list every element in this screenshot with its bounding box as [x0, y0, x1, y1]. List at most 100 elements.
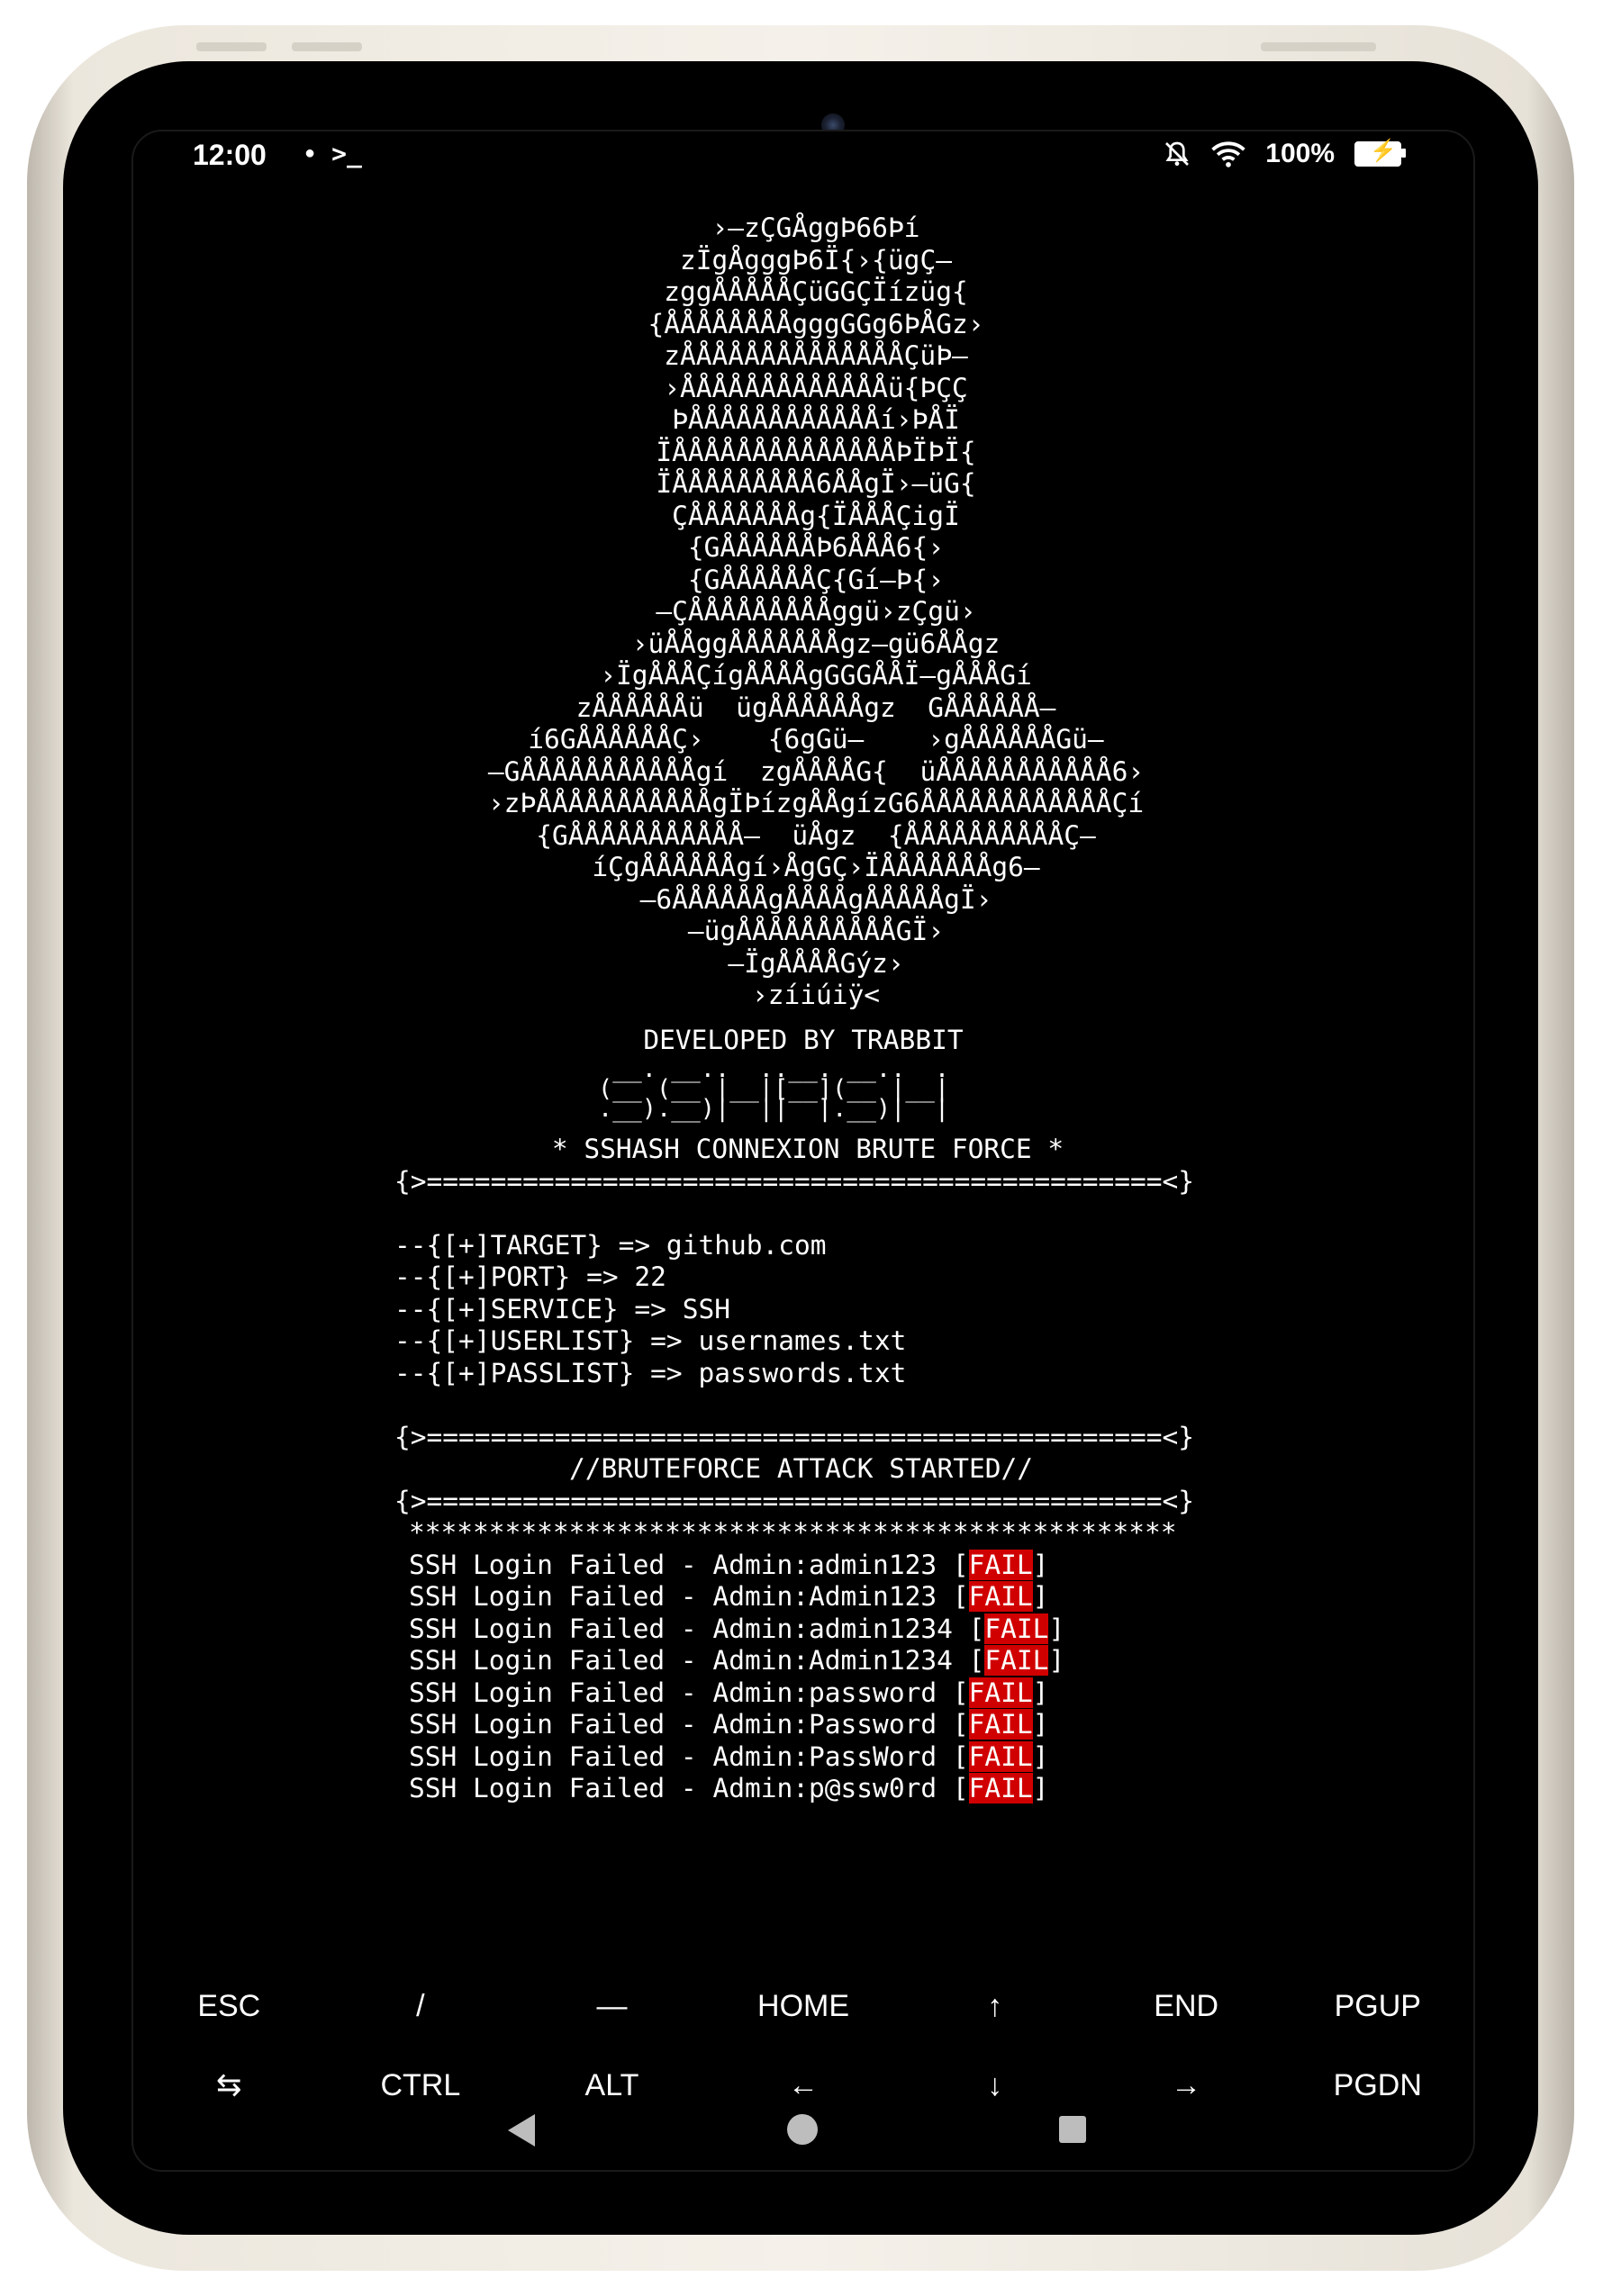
- key-pgup[interactable]: PGUP: [1281, 1989, 1473, 2024]
- key-esc[interactable]: ESC: [133, 1989, 325, 2024]
- attempt-close-bracket: ]: [1032, 1581, 1049, 1612]
- config-line: --{[+]PORT} => 22: [394, 1261, 666, 1292]
- key-sym-row1-4[interactable]: ↑: [899, 1989, 1091, 2024]
- config-block: --{[+]TARGET} => github.com --{[+]PORT} =…: [133, 1230, 1473, 1390]
- ascii-art-line: ›ÅÅÅÅÅÅÅÅÅÅÅÅÅü{ÞÇÇ: [664, 372, 968, 403]
- battery-percent: 100%: [1265, 139, 1335, 168]
- logo-line: .__).__)| || |.__)| |: [598, 1095, 950, 1123]
- ascii-art-line: ›zíiúiÿ<: [751, 980, 881, 1010]
- attempt-text: SSH Login Failed - Admin:PassWord [: [409, 1740, 969, 1772]
- status-bar: 12:00 ● >_ 100% ⚡: [133, 131, 1473, 176]
- attack-started-line: //BRUTEFORCE ATTACK STARTED//: [569, 1453, 1034, 1484]
- ascii-art-line: ›—zÇGÅggÞ66Þí: [711, 212, 920, 243]
- status-time: 12:00: [193, 139, 267, 171]
- ascii-art-line: {GÅÅÅÅÅÅÇ{Gí—Þ{›: [687, 564, 945, 595]
- attempt-text: SSH Login Failed - Admin:p@ssw0rd [: [409, 1773, 969, 1803]
- attempt-list: SSH Login Failed - Admin:admin123 [FAIL]…: [133, 1549, 1473, 1805]
- fail-status-badge: FAIL: [968, 1581, 1033, 1612]
- ascii-art-line: {ÅÅÅÅÅÅÅÅgggGGg6ÞÅGz›: [648, 308, 984, 339]
- navigation-bar: [133, 2094, 1473, 2166]
- ascii-art-line: zÅÅÅÅÅÅü ügÅÅÅÅÅÅgz GÅÅÅÅÅÅ—: [575, 692, 1056, 723]
- terminal-output[interactable]: ›—zÇGÅggÞ66Þí zÏgÅgggÞ6Ï{›{ügÇ— zggÅÅÅÅÅÇü…: [133, 212, 1473, 1905]
- ascii-art-line: —ügÅÅÅÅÅÅÅÅÅÅGÏ›: [687, 916, 945, 946]
- ascii-art-line: zÅÅÅÅÅÅÅÅÅÅÅÅÅÅÇüÞ—: [664, 340, 968, 371]
- ascii-art-line: ›ÏgÅÅÅÇígÅÅÅÅgGGGÅÅÏ—gÅÅÅGí: [600, 660, 1032, 691]
- attempt-close-bracket: ]: [1032, 1677, 1049, 1708]
- battery-charging-icon: ⚡: [1354, 139, 1406, 167]
- attempt-line: SSH Login Failed - Admin:admin123 [FAIL]: [409, 1549, 1473, 1582]
- status-left-icons: ● >_: [304, 139, 362, 168]
- attempt-text: SSH Login Failed - Admin:Admin1234 [: [409, 1645, 985, 1676]
- home-icon[interactable]: [787, 2114, 818, 2145]
- attempt-line: SSH Login Failed - Admin:Admin1234 [FAIL…: [409, 1645, 1473, 1677]
- attempt-close-bracket: ]: [1032, 1549, 1049, 1580]
- recents-icon[interactable]: [1059, 2116, 1086, 2143]
- key-sym-row1-1[interactable]: /: [325, 1989, 517, 2024]
- ascii-art-logo: ›—zÇGÅggÞ66Þí zÏgÅgggÞ6Ï{›{ügÇ— zggÅÅÅÅÅÇü…: [133, 212, 1473, 1012]
- notification-dot-icon: ●: [304, 143, 316, 163]
- ascii-art-line: ›zÞÅÅÅÅÅÅÅÅÅÅÅgÏÞízgÅÅgízG6ÅÅÅÅÅÅÅÅÅÅÅÅÇ…: [487, 788, 1145, 818]
- ascii-art-line: zggÅÅÅÅÅÇüGGÇÏízüg{: [664, 276, 968, 307]
- fail-status-badge: FAIL: [984, 1645, 1049, 1676]
- terminal-prompt-icon: >_: [331, 139, 362, 168]
- attempt-text: SSH Login Failed - Admin:Password [: [409, 1709, 969, 1740]
- wifi-icon: [1211, 141, 1245, 167]
- developer-credit: DEVELOPED BY TRABBIT: [643, 1024, 964, 1055]
- attempt-close-bracket: ]: [1032, 1709, 1049, 1740]
- back-icon[interactable]: [508, 2114, 535, 2147]
- attempt-text: SSH Login Failed - Admin:admin123 [: [409, 1549, 969, 1580]
- attempt-line: SSH Login Failed - Admin:Password [FAIL]: [409, 1709, 1473, 1741]
- config-line: --{[+]PASSLIST} => passwords.txt: [394, 1357, 907, 1388]
- ascii-art-line: —ÏgÅÅÅÅGýz›: [728, 947, 904, 979]
- extra-keys-row-1: ESC / — HOME ↑ END PGUP: [133, 1966, 1473, 2046]
- attempt-close-bracket: ]: [1032, 1740, 1049, 1772]
- ascii-art-line: {GÅÅÅÅÅÅÞ6ÅÅÅ6{›: [687, 532, 945, 563]
- separator-line: {>======================================…: [394, 1421, 1195, 1452]
- config-line: --{[+]USERLIST} => usernames.txt: [394, 1325, 907, 1356]
- ascii-art-line: —GÅÅÅÅÅÅÅÅÅÅÅgí zgÅÅÅÅG{ üÅÅÅÅÅÅÅÅÅÅÅ6›: [487, 755, 1145, 787]
- volume-button: [196, 42, 267, 51]
- ascii-art-line: íÇgÅÅÅÅÅÅgí›ÅgGÇ›ÏÅÅÅÅÅÅÅg6—: [592, 852, 1040, 882]
- key-sym-row1-2[interactable]: —: [516, 1989, 708, 2024]
- ascii-art-line: í6GÅÅÅÅÅÅÇ› {6gGü— ›gÅÅÅÅÅÅGü—: [528, 724, 1104, 755]
- attempt-line: SSH Login Failed - Admin:admin1234 [FAIL…: [409, 1613, 1473, 1646]
- screen: 12:00 ● >_ 100% ⚡ ›—zÇGÅggÞ66Þí zÏgÅgggÞ6…: [131, 130, 1475, 2172]
- fail-status-badge: FAIL: [968, 1709, 1033, 1740]
- ascii-art-line: zÏgÅgggÞ6Ï{›{ügÇ—: [680, 244, 952, 276]
- attempt-text: SSH Login Failed - Admin:Admin123 [: [409, 1581, 969, 1612]
- key-end[interactable]: END: [1091, 1989, 1282, 2024]
- config-line: --{[+]TARGET} => github.com: [394, 1229, 827, 1261]
- separator-line: {>======================================…: [394, 1165, 1195, 1197]
- ascii-art-line: ÇÅÅÅÅÅÅÅg{ÏÅÅÅÇigÏ: [672, 500, 960, 531]
- stars-line: ****************************************…: [409, 1517, 1177, 1548]
- power-button: [1261, 42, 1376, 51]
- volume-button: [292, 42, 362, 51]
- fail-status-badge: FAIL: [984, 1613, 1049, 1644]
- ascii-art-line: {GÅÅÅÅÅÅÅÅÅÅÅ— üÅgz {ÅÅÅÅÅÅÅÅÅÅÇ—: [536, 819, 1096, 851]
- silent-bell-icon: [1165, 141, 1190, 167]
- attempt-text: SSH Login Failed - Admin:password [: [409, 1677, 969, 1708]
- fail-status-badge: FAIL: [968, 1549, 1033, 1580]
- ascii-art-line: —ÇÅÅÅÅÅÅÅÅÅggü›zÇgü›: [656, 596, 976, 627]
- sshash-logo: __. __.. ..__. __.. . (__ (__ |__|[__](_…: [598, 1057, 1473, 1123]
- attempt-line: SSH Login Failed - Admin:p@ssw0rd [FAIL]: [409, 1773, 1473, 1805]
- fail-status-badge: FAIL: [968, 1677, 1033, 1708]
- key-home[interactable]: HOME: [708, 1989, 900, 2024]
- config-line: --{[+]SERVICE} => SSH: [394, 1293, 730, 1324]
- ascii-art-line: ›üÅÅggÅÅÅÅÅÅÅgz—gü6ÅÅgz: [631, 628, 1001, 659]
- attempt-line: SSH Login Failed - Admin:PassWord [FAIL]: [409, 1740, 1473, 1774]
- separator-line: {>======================================…: [394, 1485, 1195, 1516]
- tool-title: * SSHASH CONNEXION BRUTE FORCE *: [551, 1134, 1064, 1164]
- ascii-art-line: —6ÅÅÅÅÅÅgÅÅÅÅgÅÅÅÅÅgÏ›: [639, 883, 992, 915]
- attempt-line: SSH Login Failed - Admin:Admin123 [FAIL]: [409, 1581, 1473, 1614]
- fail-status-badge: FAIL: [968, 1773, 1033, 1803]
- status-right-icons: 100% ⚡: [1163, 139, 1406, 169]
- attempt-close-bracket: ]: [1048, 1645, 1065, 1676]
- ascii-art-line: ÏÅÅÅÅÅÅÅÅÅ6ÅÅgÏ›—üG{: [656, 468, 976, 499]
- ascii-art-line: ÞÅÅÅÅÅÅÅÅÅÅÅÅí›ÞÅÏ: [672, 404, 960, 435]
- attempt-line: SSH Login Failed - Admin:password [FAIL]: [409, 1677, 1473, 1710]
- ascii-art-line: ÏÅÅÅÅÅÅÅÅÅÅÅÅÅÅÞÏÞÏ{: [656, 436, 976, 467]
- attempt-close-bracket: ]: [1048, 1613, 1065, 1644]
